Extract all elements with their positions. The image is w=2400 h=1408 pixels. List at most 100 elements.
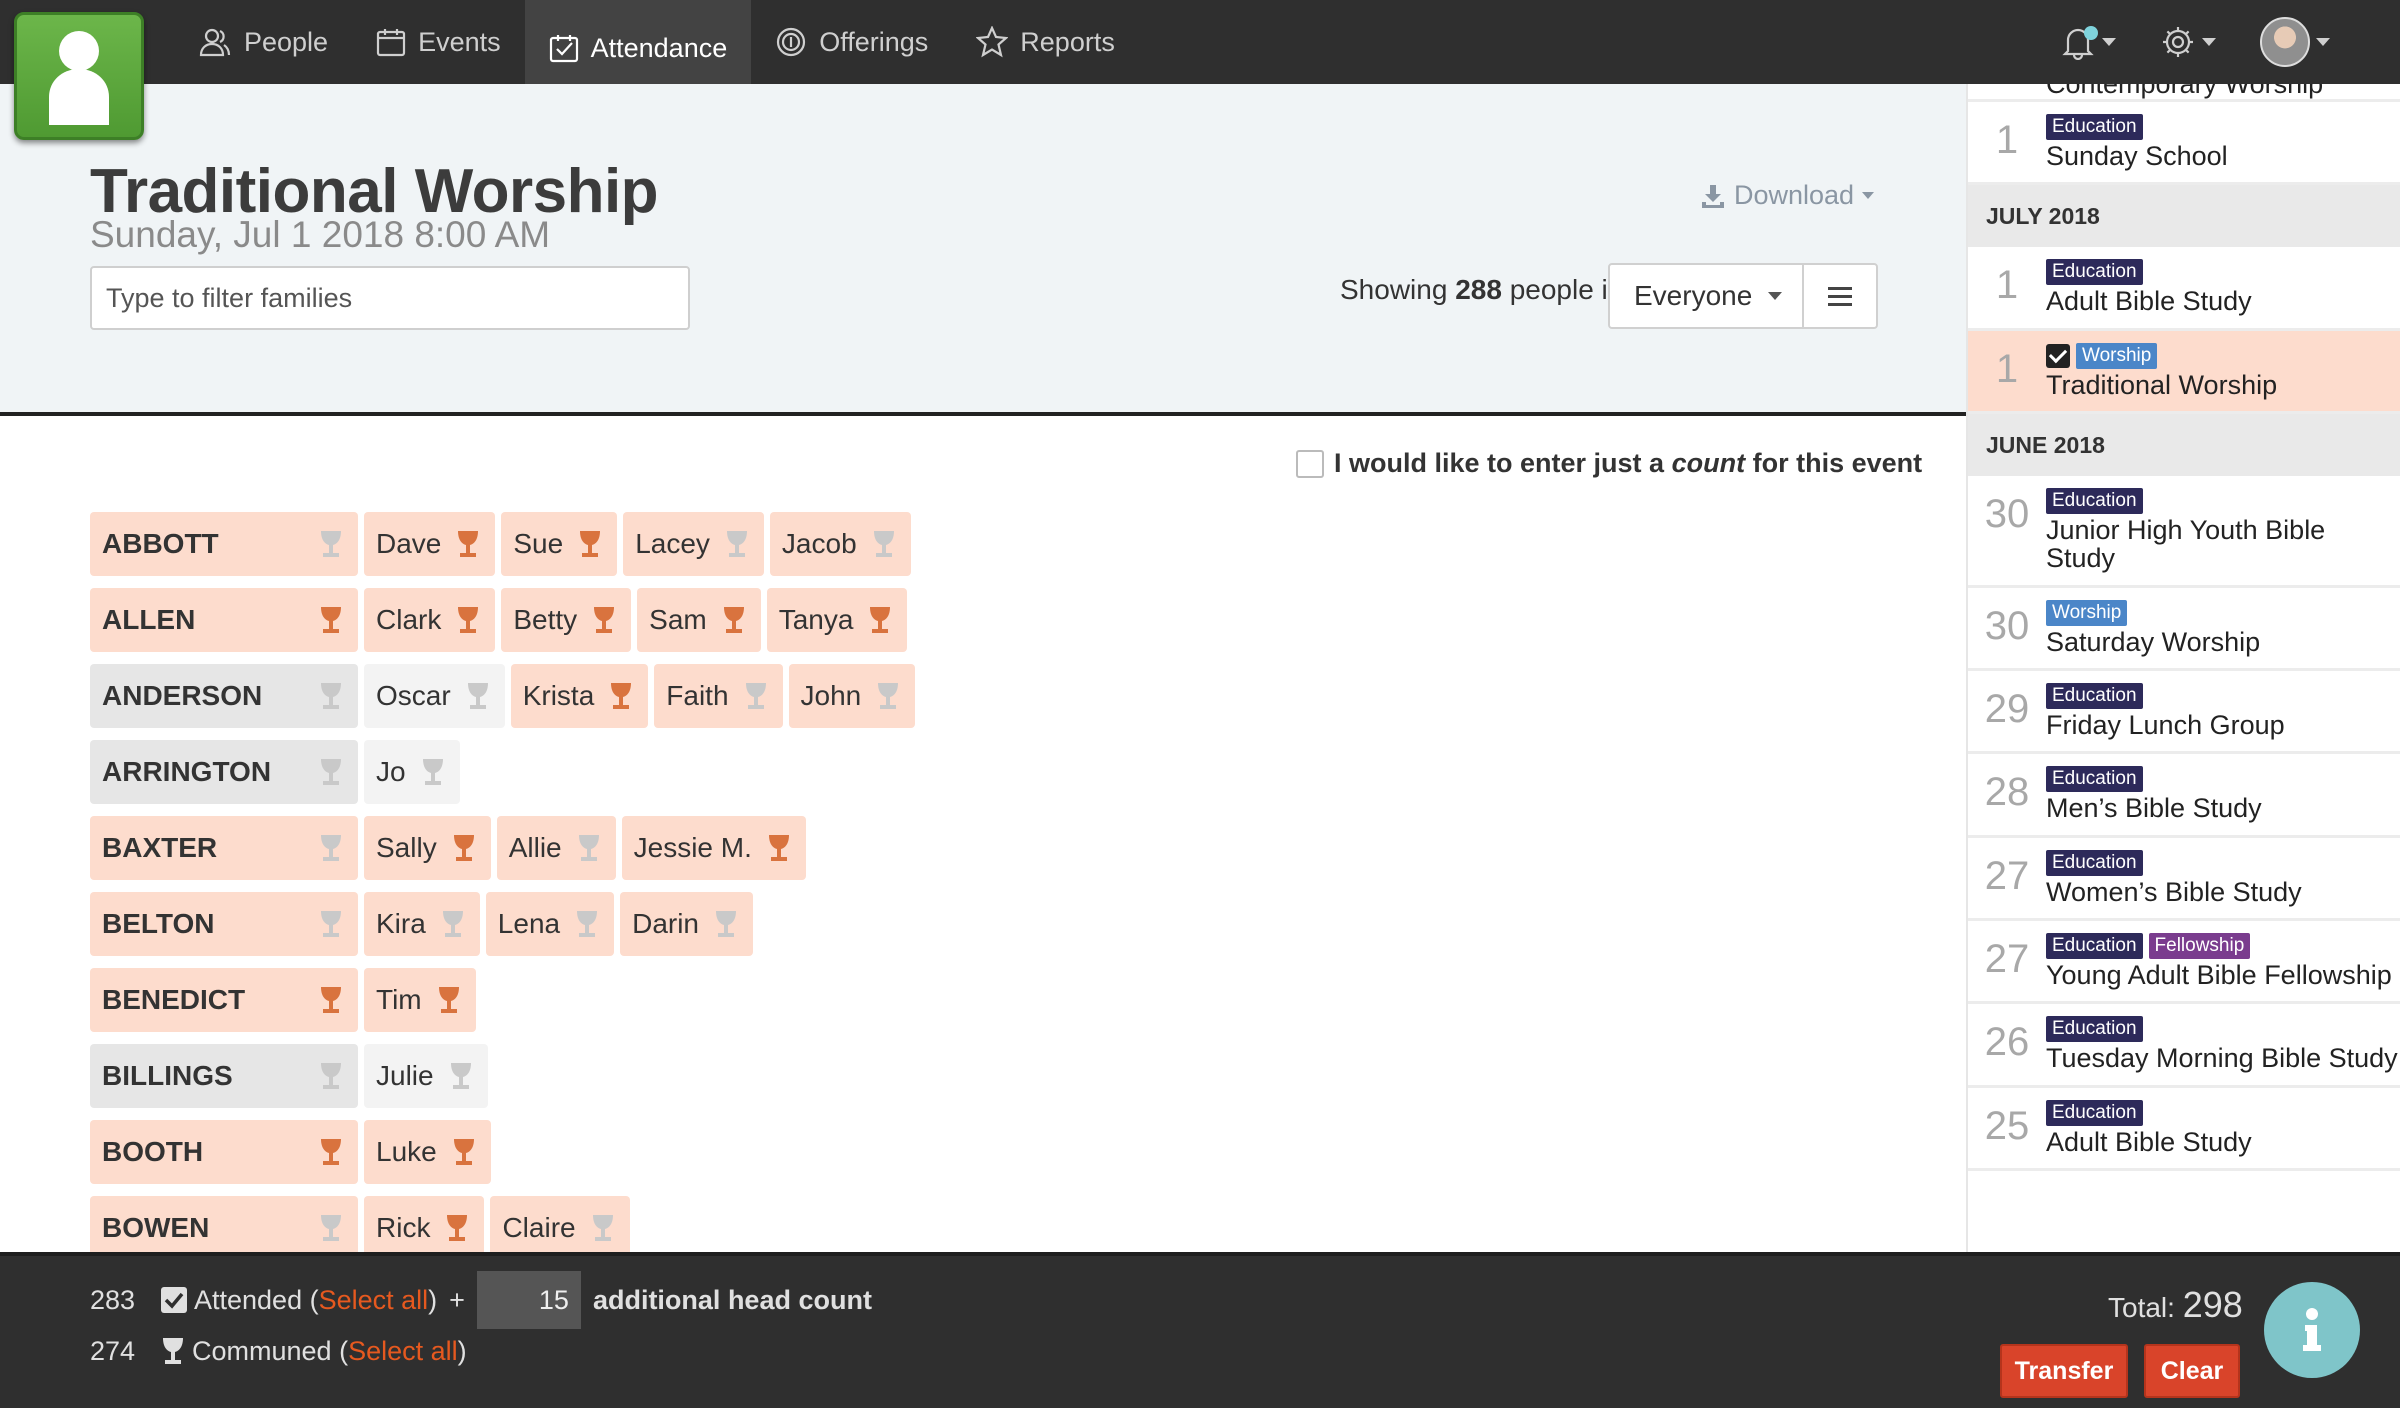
member-cell[interactable]: John xyxy=(788,664,916,728)
sidebar-event-item[interactable]: 1 Worship Traditional Worship xyxy=(1968,330,2400,415)
family-name-cell[interactable]: BOWEN xyxy=(90,1196,358,1252)
member-cell[interactable]: Luke xyxy=(364,1120,491,1184)
count-only-option[interactable]: I would like to enter just a count for t… xyxy=(1296,448,1922,479)
nav-attendance[interactable]: Attendance xyxy=(524,0,752,96)
info-button[interactable] xyxy=(2264,1282,2360,1378)
member-cell[interactable]: Lacey xyxy=(623,512,764,576)
chalice-icon[interactable] xyxy=(724,529,750,559)
sidebar-event-item[interactable]: 26 Education Tuesday Morning Bible Study xyxy=(1968,1004,2400,1088)
sidebar-event-item[interactable]: 30 Education Junior High Youth Bible Study xyxy=(1968,476,2400,588)
additional-headcount-input[interactable] xyxy=(476,1271,581,1329)
member-cell[interactable]: Jacob xyxy=(769,512,911,576)
family-name-cell[interactable]: BELTON xyxy=(90,892,358,956)
chalice-icon[interactable] xyxy=(713,909,739,939)
settings-button[interactable] xyxy=(2160,24,2216,60)
select-all-attended-link[interactable]: Select all xyxy=(319,1285,429,1316)
nav-reports[interactable]: Reports xyxy=(952,0,1139,84)
member-cell[interactable]: Sue xyxy=(501,512,618,576)
chalice-communed-icon[interactable] xyxy=(721,605,747,635)
chalice-icon[interactable] xyxy=(318,833,344,863)
member-cell[interactable]: Tim xyxy=(364,968,476,1032)
chalice-communed-icon[interactable] xyxy=(591,605,617,635)
chalice-communed-icon[interactable] xyxy=(867,605,893,635)
member-cell[interactable]: Clark xyxy=(364,588,496,652)
chalice-icon[interactable] xyxy=(590,1213,616,1243)
family-filter-input[interactable] xyxy=(90,266,690,330)
chalice-icon[interactable] xyxy=(574,909,600,939)
nav-people[interactable]: People xyxy=(174,0,352,84)
chalice-communed-icon[interactable] xyxy=(444,1213,470,1243)
chalice-icon[interactable] xyxy=(318,1061,344,1091)
chalice-icon[interactable] xyxy=(743,681,769,711)
member-cell[interactable]: Darin xyxy=(620,892,754,956)
family-name-cell[interactable]: BILLINGS xyxy=(90,1044,358,1108)
chalice-icon[interactable] xyxy=(440,909,466,939)
chalice-communed-icon[interactable] xyxy=(455,605,481,635)
family-name-cell[interactable]: ARRINGTON xyxy=(90,740,358,804)
member-cell[interactable]: Oscar xyxy=(364,664,505,728)
sidebar-event-item[interactable]: 27 Education Fellowship Young Adult Bible F… xyxy=(1968,921,2400,1005)
sidebar-event-item[interactable]: 27 Education Women’s Bible Study xyxy=(1968,838,2400,922)
list-options-button[interactable] xyxy=(1802,263,1878,329)
member-cell[interactable]: Kira xyxy=(364,892,480,956)
member-cell[interactable]: Sam xyxy=(637,588,761,652)
chalice-icon[interactable] xyxy=(318,909,344,939)
family-name-cell[interactable]: BENEDICT xyxy=(90,968,358,1032)
chalice-communed-icon[interactable] xyxy=(577,529,603,559)
member-cell[interactable]: Tanya xyxy=(766,588,908,652)
chalice-icon[interactable] xyxy=(448,1061,474,1091)
chalice-icon[interactable] xyxy=(871,529,897,559)
chalice-icon[interactable] xyxy=(420,757,446,787)
member-cell[interactable]: Dave xyxy=(364,512,496,576)
app-logo[interactable] xyxy=(14,12,144,140)
group-select[interactable]: Everyone xyxy=(1608,263,1804,329)
nav-offerings[interactable]: Offerings xyxy=(751,0,952,84)
chalice-icon[interactable] xyxy=(465,681,491,711)
chalice-communed-icon[interactable] xyxy=(318,605,344,635)
member-cell[interactable]: Jo xyxy=(364,740,460,804)
chalice-communed-icon[interactable] xyxy=(608,681,634,711)
chalice-communed-icon[interactable] xyxy=(451,833,477,863)
family-name-cell[interactable]: ANDERSON xyxy=(90,664,358,728)
sidebar-event-item[interactable]: 30 Worship Saturday Worship xyxy=(1968,588,2400,672)
chalice-icon[interactable] xyxy=(318,757,344,787)
chalice-communed-icon[interactable] xyxy=(766,833,792,863)
chalice-icon[interactable] xyxy=(318,1213,344,1243)
member-cell[interactable]: Lena xyxy=(485,892,615,956)
chalice-communed-icon[interactable] xyxy=(451,1137,477,1167)
member-cell[interactable]: Rick xyxy=(364,1196,485,1252)
nav-events[interactable]: Events xyxy=(352,0,525,84)
chalice-icon[interactable] xyxy=(318,529,344,559)
chalice-communed-icon[interactable] xyxy=(436,985,462,1015)
family-name-cell[interactable]: BOOTH xyxy=(90,1120,358,1184)
member-cell[interactable]: Allie xyxy=(496,816,616,880)
notifications-button[interactable] xyxy=(2060,24,2116,60)
download-button[interactable]: Download xyxy=(1700,180,1875,211)
chalice-communed-icon[interactable] xyxy=(318,985,344,1015)
member-cell[interactable]: Sally xyxy=(364,816,491,880)
family-name-cell[interactable]: BAXTER xyxy=(90,816,358,880)
chalice-communed-icon[interactable] xyxy=(318,1137,344,1167)
sidebar-event-item[interactable]: 29 Education Friday Lunch Group xyxy=(1968,671,2400,755)
sidebar-event-item[interactable]: 25 Education Adult Bible Study xyxy=(1968,1088,2400,1172)
count-only-checkbox[interactable] xyxy=(1296,449,1324,478)
chalice-icon[interactable] xyxy=(875,681,901,711)
chalice-icon[interactable] xyxy=(576,833,602,863)
clear-button[interactable]: Clear xyxy=(2144,1344,2240,1398)
sidebar-event-item[interactable]: 1 Education Sunday School xyxy=(1968,102,2400,186)
chalice-communed-icon[interactable] xyxy=(455,529,481,559)
chalice-icon[interactable] xyxy=(318,681,344,711)
sidebar-event-item[interactable]: 1 Education Adult Bible Study xyxy=(1968,247,2400,331)
family-name-cell[interactable]: ABBOTT xyxy=(90,512,358,576)
member-cell[interactable]: Betty xyxy=(501,588,632,652)
member-cell[interactable]: Jessie M. xyxy=(621,816,806,880)
member-cell[interactable]: Faith xyxy=(654,664,783,728)
user-menu-button[interactable] xyxy=(2260,17,2330,67)
family-name-cell[interactable]: ALLEN xyxy=(90,588,358,652)
sidebar-event-item[interactable]: 28 Education Men’s Bible Study xyxy=(1968,754,2400,838)
select-all-communed-link[interactable]: Select all xyxy=(348,1336,458,1367)
member-cell[interactable]: Claire xyxy=(490,1196,630,1252)
transfer-button[interactable]: Transfer xyxy=(2000,1344,2128,1398)
member-cell[interactable]: Julie xyxy=(364,1044,488,1108)
member-cell[interactable]: Krista xyxy=(510,664,649,728)
